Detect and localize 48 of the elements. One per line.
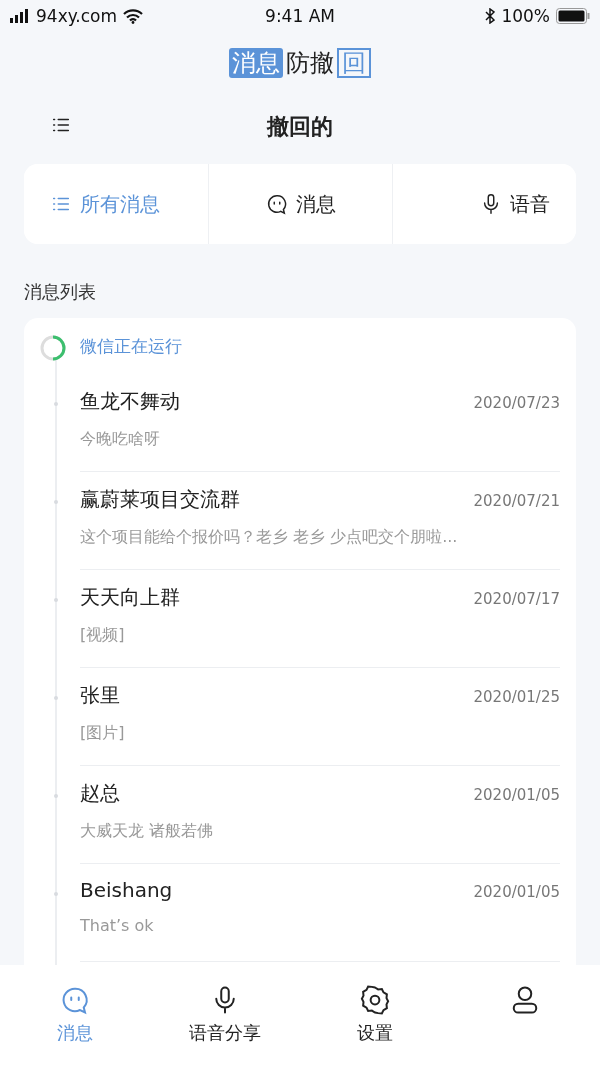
timeline-dot <box>54 696 58 700</box>
carrier-name: 94xy.com <box>36 6 118 26</box>
section-title: 消息列表 <box>24 280 97 304</box>
timeline-dot <box>54 402 58 406</box>
message-item[interactable]: 赵总 2020/01/05 大威天龙 诸般若佛 <box>80 766 560 864</box>
message-date: 2020/07/21 <box>473 492 560 510</box>
timeline-dot <box>54 598 58 602</box>
message-item[interactable]: 赢蔚莱项目交流群 2020/07/21 这个项目能给个报价吗？老乡 老乡 少点吧交个朋啦... <box>80 472 560 570</box>
page-title: 撤回的 <box>267 113 333 141</box>
contact-name: 赢蔚莱项目交流群 <box>80 486 240 513</box>
chat-bubble-icon <box>265 193 288 215</box>
logo-text: 回 <box>337 48 371 78</box>
signal-icon <box>10 9 30 23</box>
message-preview: [图片] <box>80 723 126 744</box>
timeline-dot <box>54 892 58 896</box>
message-item[interactable]: 张里 2020/01/25 [图片] <box>80 668 560 766</box>
message-date: 2020/01/05 <box>473 786 560 804</box>
settings-icon <box>360 985 390 1015</box>
message-date: 2020/01/05 <box>473 883 560 901</box>
wifi-icon <box>123 8 144 24</box>
contact-name: 天天向上群 <box>80 584 180 611</box>
message-date: 2020/01/25 <box>473 688 560 706</box>
message-preview: 今晚吃啥呀 <box>80 429 161 450</box>
status-time: 9:41 AM <box>265 6 335 26</box>
status-ring-icon <box>40 335 66 361</box>
message-item[interactable]: 鱼龙不舞动 2020/07/23 今晚吃啥呀 <box>80 374 560 472</box>
message-preview: That’s ok <box>80 916 155 935</box>
app-status: 微信正在运行 <box>80 334 182 358</box>
contact-name: 赵总 <box>80 780 120 807</box>
message-item[interactable]: 天天向上群 2020/07/17 [视频] <box>80 570 560 668</box>
message-preview: 大威天龙 诸般若佛 <box>80 821 215 842</box>
message-preview: [视频] <box>80 625 126 646</box>
message-date: 2020/07/17 <box>473 590 560 608</box>
message-preview: 这个项目能给个报价吗？老乡 老乡 少点吧交个朋啦... <box>80 527 459 548</box>
logo-text: 消息 <box>229 48 283 78</box>
timeline-dot <box>54 500 58 504</box>
contact-name: 鱼龙不舞动 <box>80 388 180 415</box>
message-date: 2020/07/23 <box>473 394 560 412</box>
logo-text: 防撤 <box>285 48 335 78</box>
battery-icon <box>556 8 590 24</box>
timeline-dot <box>54 794 58 798</box>
contact-name: 张里 <box>80 682 120 709</box>
chat-bubble-icon <box>60 985 90 1015</box>
message-item[interactable]: Beishang 2020/01/05 That’s ok <box>80 864 560 962</box>
person-icon <box>510 985 540 1015</box>
bluetooth-icon <box>485 8 496 24</box>
battery-percent: 100% <box>501 6 550 26</box>
contact-name: Beishang <box>80 878 173 902</box>
